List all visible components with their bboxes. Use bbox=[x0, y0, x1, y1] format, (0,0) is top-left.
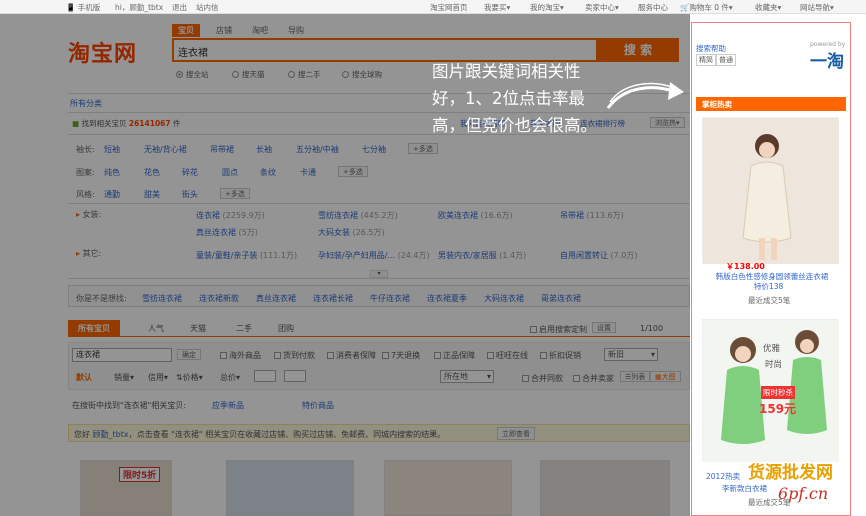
messages-link[interactable]: 站内信 bbox=[196, 2, 219, 13]
home-link[interactable]: 淘宝网首页 bbox=[430, 2, 468, 13]
right-sidebar: powered by 搜索帮助 精简 普通 一淘 掌柜热卖 ￥138.00 韩版… bbox=[691, 22, 851, 516]
etao-logo: 一淘 bbox=[810, 52, 844, 72]
greeting: hi，顾勤_tbtx bbox=[115, 3, 164, 12]
mobile-link[interactable]: 📱 手机版 bbox=[66, 2, 100, 13]
watermark-url: 6pf.cn bbox=[778, 484, 829, 503]
arrow-icon bbox=[606, 82, 684, 109]
service-link[interactable]: 服务中心 bbox=[638, 2, 668, 13]
ad-image[interactable] bbox=[702, 117, 839, 264]
logout-link[interactable]: 退出 bbox=[172, 2, 187, 13]
ad2-title[interactable]: 2012热卖 bbox=[706, 471, 740, 482]
page: 📱 手机版 hi，顾勤_tbtx 退出 站内信 淘宝网首页 我要买▾ 我的淘宝▾… bbox=[0, 0, 866, 516]
annotation-callout: 图片跟关键词相关性好，1、2位点击率最高，但竞价也会很高。 bbox=[432, 62, 597, 135]
ad2-promo-price: 159元 bbox=[759, 402, 797, 416]
ad2-tag1: 优雅 bbox=[763, 344, 781, 354]
site-nav-menu[interactable]: 网站导航▾ bbox=[800, 2, 834, 13]
my-taobao-menu[interactable]: 我的淘宝▾ bbox=[530, 2, 564, 13]
ad-image[interactable]: 优雅 时尚 限时秒杀 159元 bbox=[702, 319, 839, 462]
ad2-tag2: 时尚 bbox=[765, 360, 783, 370]
hot-sale-header: 掌柜热卖 bbox=[696, 97, 846, 111]
mode-normal[interactable]: 普通 bbox=[716, 54, 736, 66]
model-photo-icon bbox=[703, 118, 839, 264]
buy-menu[interactable]: 我要买▾ bbox=[484, 2, 510, 13]
seller-menu[interactable]: 卖家中心▾ bbox=[585, 2, 619, 13]
ad1-sold: 最近成交5笔 bbox=[748, 296, 791, 305]
mode-simple[interactable]: 精简 bbox=[696, 54, 716, 66]
favorites-menu[interactable]: 收藏夹▾ bbox=[755, 2, 781, 13]
search-help-link[interactable]: 搜索帮助 bbox=[696, 43, 726, 54]
ad2-subtitle[interactable]: 李新款白衣裙 bbox=[722, 483, 767, 494]
watermark-brand: 货源批发网 bbox=[748, 463, 833, 483]
cart-link[interactable]: 🛒购物车 0 件▾ bbox=[680, 2, 733, 13]
ad1-special[interactable]: 特价138 bbox=[754, 281, 783, 292]
top-bar: 📱 手机版 hi，顾勤_tbtx 退出 站内信 淘宝网首页 我要买▾ 我的淘宝▾… bbox=[0, 0, 866, 14]
ad2-promo: 限时秒杀 bbox=[761, 386, 795, 399]
